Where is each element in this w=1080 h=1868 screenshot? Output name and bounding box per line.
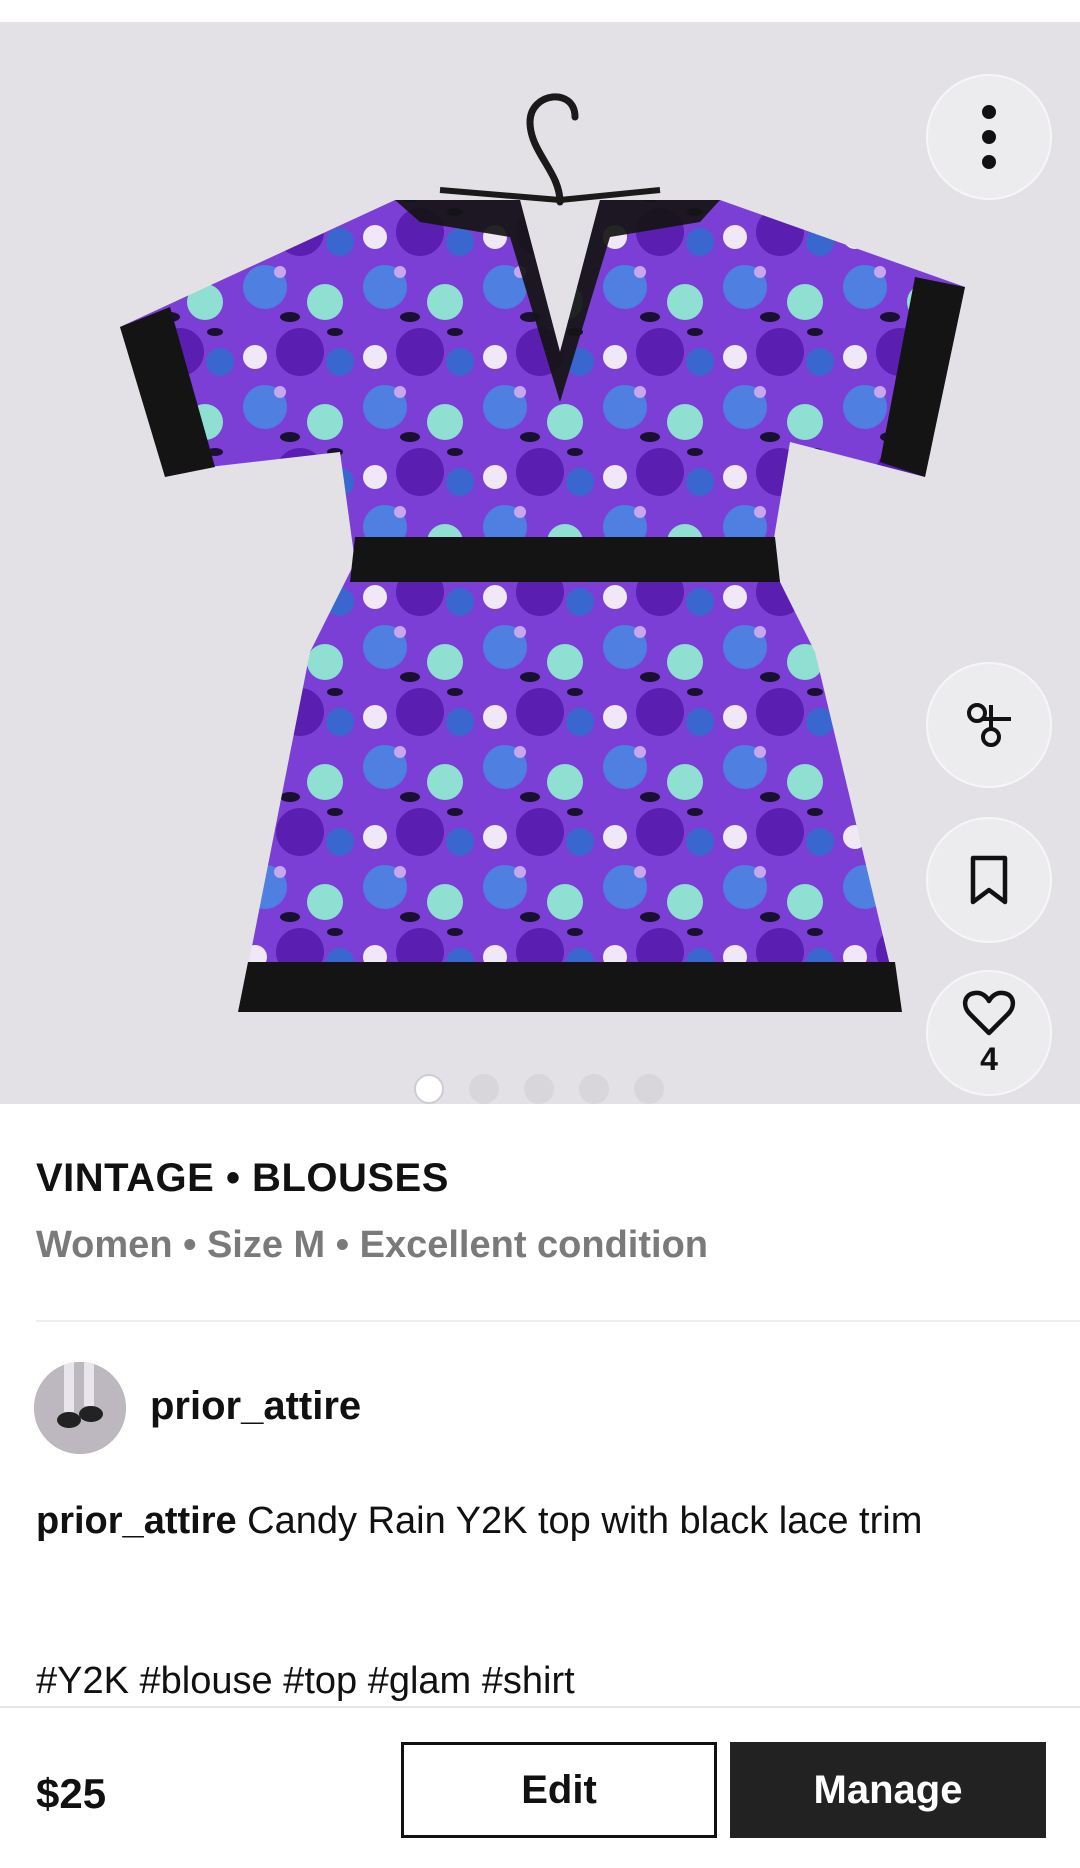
listing-category[interactable]: VINTAGE • BLOUSES [36,1156,449,1201]
bottom-action-bar: $25 Edit Manage [0,1706,1080,1868]
scissors-icon [967,703,1011,747]
pagination-dot-1[interactable] [414,1074,444,1104]
pagination-dot-5[interactable] [634,1074,664,1104]
listing-description: prior_attire Candy Rain Y2K top with bla… [36,1492,1036,1550]
listing-meta: Women • Size M • Excellent condition [36,1224,708,1266]
pagination-dot-4[interactable] [579,1074,609,1104]
like-button[interactable]: 4 [926,970,1052,1096]
product-photo[interactable]: 4 [0,22,1080,1104]
scissors-button[interactable] [926,662,1052,788]
edit-button[interactable]: Edit [401,1742,717,1838]
more-options-button[interactable] [926,74,1052,200]
top-strip [0,0,1080,22]
divider [36,1320,1080,1322]
manage-button[interactable]: Manage [730,1742,1046,1838]
heart-icon [962,990,1016,1035]
pagination-dot-2[interactable] [469,1074,499,1104]
avatar[interactable] [34,1362,126,1454]
seller-username[interactable]: prior_attire [150,1384,361,1429]
product-image-blouse [120,93,965,1012]
like-count: 4 [980,1040,998,1077]
bookmark-icon [970,855,1008,905]
avatar-image [34,1362,126,1454]
hashtags[interactable]: #Y2K #blouse #top #glam #shirt [36,1660,575,1708]
description-text: Candy Rain Y2K top with black lace trim [236,1500,923,1542]
pagination-dot-3[interactable] [524,1074,554,1104]
bookmark-button[interactable] [926,817,1052,943]
price: $25 [36,1770,107,1817]
photo-pagination [414,1074,664,1104]
description-username[interactable]: prior_attire [36,1500,237,1542]
more-vertical-icon [982,105,996,169]
